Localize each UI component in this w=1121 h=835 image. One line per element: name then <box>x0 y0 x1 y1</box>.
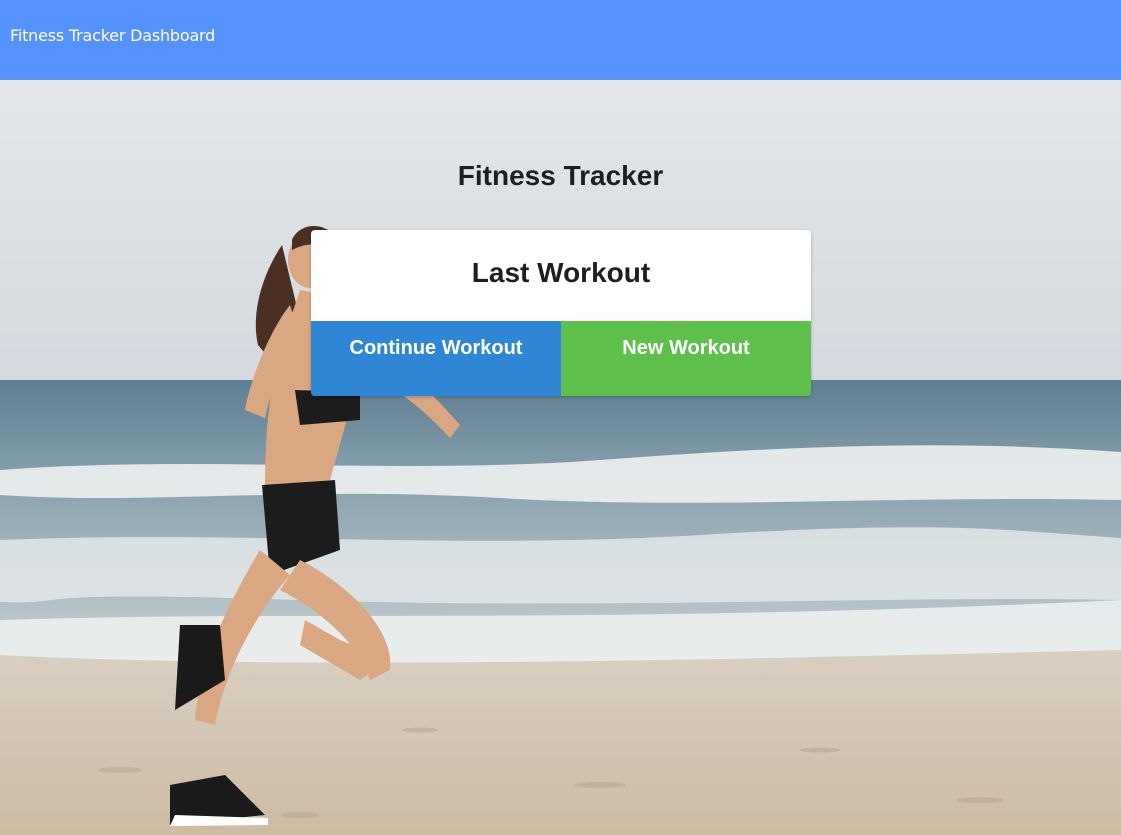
hero-background-image <box>0 80 1121 835</box>
card-title: Last Workout <box>471 257 651 288</box>
page-title: Fitness Tracker <box>457 160 664 191</box>
last-workout-card: Last Workout Continue Workout New Workou… <box>311 230 811 396</box>
continue-workout-button[interactable]: Continue Workout <box>311 321 561 396</box>
navbar-brand[interactable]: Fitness Tracker Dashboard <box>10 26 215 45</box>
new-workout-button[interactable]: New Workout <box>561 321 811 396</box>
card-actions: Continue Workout New Workout <box>311 321 811 396</box>
top-navbar: Fitness Tracker Dashboard <box>0 0 1121 80</box>
